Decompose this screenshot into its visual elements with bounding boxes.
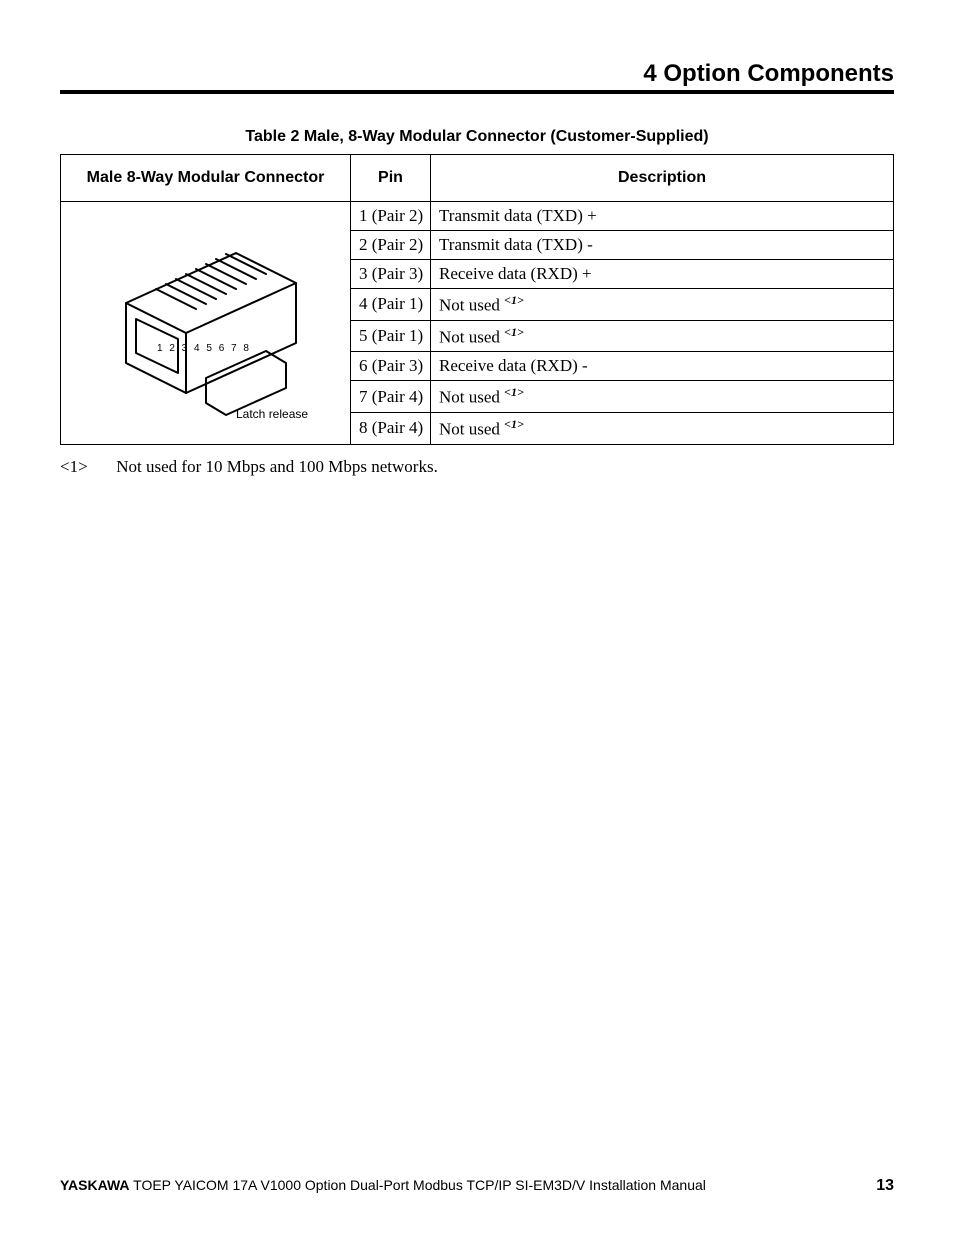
pinout-table: Male 8-Way Modular Connector Pin Descrip… [60, 154, 894, 445]
pin-cell: 7 (Pair 4) [351, 381, 431, 413]
desc-cell: Not used <1> [431, 381, 894, 413]
footnote-marker: <1> [504, 293, 524, 307]
latch-release-label: Latch release [236, 407, 308, 421]
footnote-marker: <1> [504, 417, 524, 431]
pin-cell: 5 (Pair 1) [351, 320, 431, 352]
desc-cell: Not used <1> [431, 412, 894, 444]
pin-cell: 3 (Pair 3) [351, 260, 431, 289]
desc-cell: Transmit data (TXD) + [431, 202, 894, 231]
th-connector: Male 8-Way Modular Connector [61, 155, 351, 202]
rj45-connector-icon: 1 2 3 4 5 6 7 8 Latch release [86, 223, 326, 423]
footer-doc: TOEP YAICOM 17A V1000 Option Dual-Port M… [130, 1177, 706, 1193]
connector-diagram-cell: 1 2 3 4 5 6 7 8 Latch release [61, 202, 351, 445]
header-rule: 4 Option Components [60, 60, 894, 94]
section-heading: 4 Option Components [60, 60, 894, 88]
desc-cell: Receive data (RXD) - [431, 352, 894, 381]
desc-cell: Not used <1> [431, 320, 894, 352]
table-row: 1 2 3 4 5 6 7 8 Latch release 1 (Pair 2)… [61, 202, 894, 231]
footnote-marker: <1> [504, 385, 524, 399]
th-pin: Pin [351, 155, 431, 202]
footer-doc-title: YASKAWA TOEP YAICOM 17A V1000 Option Dua… [60, 1177, 706, 1193]
footnote-marker: <1> [504, 325, 524, 339]
table-caption: Table 2 Male, 8-Way Modular Connector (C… [60, 128, 894, 146]
desc-cell: Not used <1> [431, 289, 894, 321]
document-page: 4 Option Components Table 2 Male, 8-Way … [0, 0, 954, 1241]
footnote-text: Not used for 10 Mbps and 100 Mbps networ… [116, 457, 438, 476]
footnote: <1> Not used for 10 Mbps and 100 Mbps ne… [60, 457, 894, 477]
pin-cell: 4 (Pair 1) [351, 289, 431, 321]
table-header-row: Male 8-Way Modular Connector Pin Descrip… [61, 155, 894, 202]
pin-cell: 2 (Pair 2) [351, 231, 431, 260]
page-number: 13 [876, 1177, 894, 1195]
desc-cell: Transmit data (TXD) - [431, 231, 894, 260]
page-footer: YASKAWA TOEP YAICOM 17A V1000 Option Dua… [60, 1177, 894, 1195]
pin-numbers-label: 1 2 3 4 5 6 7 8 [157, 343, 251, 354]
footer-brand: YASKAWA [60, 1177, 130, 1193]
pin-cell: 8 (Pair 4) [351, 412, 431, 444]
desc-cell: Receive data (RXD) + [431, 260, 894, 289]
pin-cell: 6 (Pair 3) [351, 352, 431, 381]
th-description: Description [431, 155, 894, 202]
footnote-tag: <1> [60, 457, 112, 477]
pin-cell: 1 (Pair 2) [351, 202, 431, 231]
